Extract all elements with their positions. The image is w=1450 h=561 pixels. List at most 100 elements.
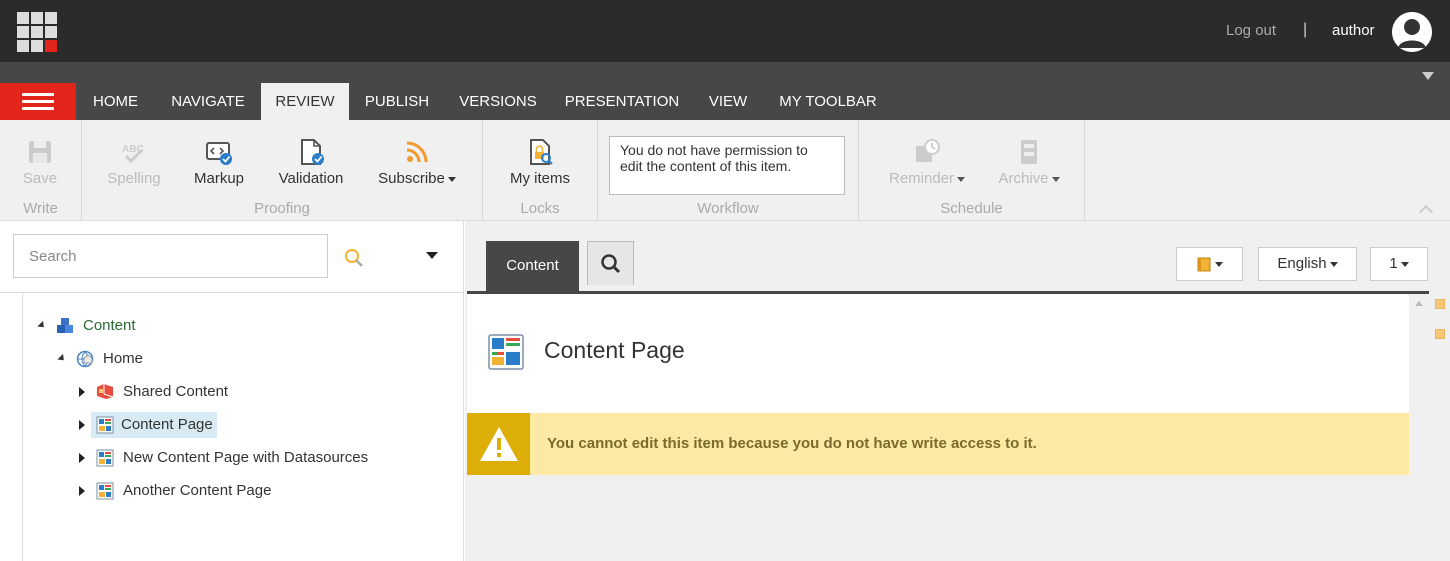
page-icon [96,482,114,500]
tab-content[interactable]: Content [486,241,579,291]
tree-node-shared-content[interactable]: Shared Content [76,379,336,405]
ribbon-group-label: Locks [520,200,560,217]
app-launcher-icon[interactable] [17,12,57,52]
tab-presentation[interactable]: PRESENTATION [551,83,693,120]
workflow-permission-message: You do not have permission to edit the c… [609,136,845,195]
reminder-button[interactable]: Reminder [881,138,973,187]
save-button[interactable]: Save [16,138,64,187]
tree-node-home[interactable]: Home [56,346,256,372]
ribbon-tab-bar: HOME NAVIGATE REVIEW PUBLISH VERSIONS PR… [0,62,1450,120]
home-globe-icon [76,350,94,368]
item-icon-dropdown[interactable] [1176,247,1243,281]
collapsed-triangle-icon[interactable] [79,387,85,397]
warning-icon [480,427,518,461]
chevron-down-icon [1329,261,1338,267]
validation-marker[interactable] [1435,329,1445,339]
tree-node-another-content-page[interactable]: Another Content Page [76,478,376,504]
markup-icon [206,142,232,165]
version-dropdown[interactable]: 1 [1370,247,1428,281]
tab-view[interactable]: VIEW [693,83,763,120]
menu-button[interactable] [0,83,76,120]
logout-link[interactable]: Log out [1226,22,1276,39]
chevron-down-icon [447,176,456,182]
expanded-triangle-icon[interactable] [57,353,67,364]
spelling-label: Spelling [107,170,161,187]
tab-review[interactable]: REVIEW [261,83,349,120]
tree-node-new-content-page[interactable]: New Content Page with Datasources [76,445,436,471]
language-dropdown[interactable]: English [1258,247,1357,281]
archive-icon [1021,140,1037,164]
spelling-icon: ABC [122,144,144,164]
validation-label: Validation [278,170,344,187]
ribbon-group-label: Proofing [254,200,310,217]
spelling-button[interactable]: ABC Spelling [104,138,164,187]
rss-icon [406,141,428,163]
chevron-down-icon [957,176,966,182]
username[interactable]: author [1332,22,1375,39]
notebook-icon [1197,257,1211,272]
page-title: Content Page [544,337,685,363]
subscribe-button[interactable]: Subscribe [372,138,462,187]
chevron-down-icon [1400,261,1409,267]
tree-label: Content [83,317,136,334]
tab-home[interactable]: HOME [76,83,155,120]
reminder-icon [916,139,940,162]
scrollbar[interactable] [1411,294,1429,561]
divider [0,292,464,293]
chevron-down-icon [1215,261,1223,267]
archive-label: Archive [998,170,1049,187]
menu-icon-line [22,100,54,103]
page-icon [96,449,114,467]
item-header: Content Page [467,294,1409,414]
page-icon [96,416,114,434]
ribbon-group-workflow: You do not have permission to edit the c… [598,120,859,220]
ribbon: Save Write ABC Spelling Markup Validatio… [0,120,1450,221]
version-value: 1 [1389,255,1398,272]
chevron-up-icon[interactable] [1418,204,1434,220]
page-icon [488,334,524,370]
menu-icon [22,93,54,96]
save-label: Save [22,170,58,187]
shared-content-icon [97,384,114,399]
tree-node-content[interactable]: Content [36,313,236,339]
tree-label: Another Content Page [123,482,272,499]
ribbon-group-locks: My items Locks [483,120,598,220]
tree-label: Shared Content [123,383,229,400]
tree-node-content-page[interactable]: Content Page [76,412,336,438]
my-items-button[interactable]: My items [505,138,575,187]
my-items-label: My items [510,170,570,187]
warning-message: You cannot edit this item because you do… [547,435,1037,452]
ribbon-group-write: Save Write [0,120,82,220]
tab-publish[interactable]: PUBLISH [349,83,445,120]
search-icon[interactable] [344,248,364,268]
markup-button[interactable]: Markup [188,138,250,187]
tab-versions[interactable]: VERSIONS [445,83,551,120]
chevron-down-icon[interactable] [1422,72,1434,80]
editor-search-button[interactable] [587,241,634,285]
ribbon-group-label: Schedule [940,200,1003,217]
language-value: English [1277,255,1327,272]
collapsed-triangle-icon[interactable] [79,453,85,463]
search-input[interactable] [13,234,328,278]
validation-button[interactable]: Validation [272,138,350,187]
validation-marker[interactable] [1435,299,1445,309]
chevron-down-icon [1051,176,1060,182]
search-options-chevron-icon[interactable] [426,252,438,259]
write-access-warning: You cannot edit this item because you do… [467,413,1409,475]
content-editor-panel: Content English 1 Content Page You canno… [465,221,1450,561]
divider [22,293,23,561]
avatar[interactable] [1392,12,1432,52]
tab-navigate[interactable]: NAVIGATE [155,83,261,120]
markup-label: Markup [193,170,245,187]
header-separator: | [1303,21,1308,38]
archive-button[interactable]: Archive [991,138,1067,187]
tab-my-toolbar[interactable]: MY TOOLBAR [763,83,893,120]
ribbon-group-label: Write [23,200,58,217]
save-icon [29,141,51,163]
search-icon [601,254,621,274]
collapsed-triangle-icon[interactable] [79,486,85,496]
ribbon-group-proofing: ABC Spelling Markup Validation Subscribe… [82,120,483,220]
expanded-triangle-icon[interactable] [37,320,47,331]
scroll-up-icon[interactable] [1415,301,1423,306]
collapsed-triangle-icon[interactable] [79,420,85,430]
